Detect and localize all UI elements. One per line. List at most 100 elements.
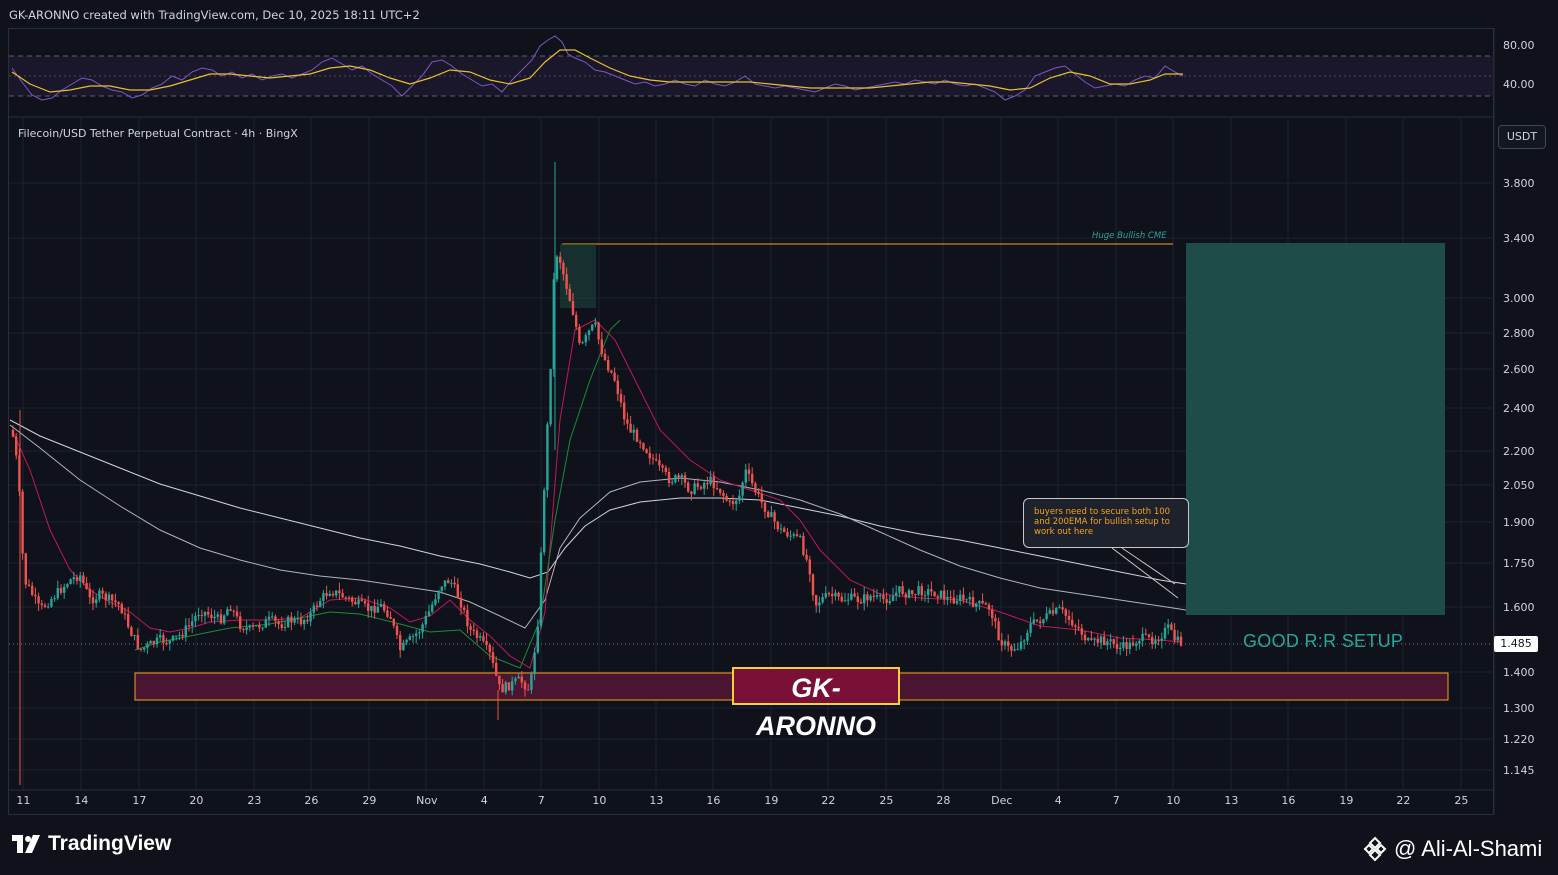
candle-body	[351, 597, 354, 602]
time-label: 13	[649, 794, 664, 807]
candle-body	[130, 627, 133, 637]
candle-body	[1032, 619, 1035, 624]
time-label: Nov	[416, 794, 438, 807]
candle-body	[607, 360, 610, 371]
callout-box[interactable]: buyers need to secure both 100 and 200EM…	[1023, 498, 1189, 548]
candle-body	[1112, 639, 1115, 645]
candle-body	[1151, 637, 1154, 644]
candle-body	[427, 611, 431, 616]
candle-body	[866, 594, 869, 601]
candle-body	[847, 599, 850, 601]
candle-body	[773, 512, 776, 522]
candle-body	[923, 595, 927, 597]
target-box[interactable]	[1186, 243, 1445, 615]
candle-body	[856, 596, 859, 602]
price-label: 1.900	[1503, 516, 1535, 529]
candle-body	[1035, 619, 1039, 622]
cme-label[interactable]: Huge Bullish CME	[1092, 231, 1167, 241]
candle-body	[568, 288, 571, 302]
candle-body	[818, 602, 821, 606]
candle-body	[834, 592, 837, 597]
candle-body	[258, 625, 261, 628]
candle-body	[315, 605, 319, 607]
candle-body	[411, 636, 415, 638]
candle-body	[587, 330, 591, 336]
candle-body	[539, 552, 543, 627]
candle-body	[946, 596, 949, 600]
candle-body	[488, 644, 491, 653]
candle-body	[299, 618, 303, 625]
price-label: 3.000	[1503, 292, 1535, 305]
candle-body	[322, 593, 325, 601]
time-label: 10	[1166, 794, 1181, 807]
candle-body	[533, 652, 536, 675]
candle-body	[1160, 638, 1163, 641]
candle-body	[1013, 649, 1016, 651]
candle-body	[475, 630, 479, 638]
candle-body	[133, 635, 136, 637]
candle-body	[242, 629, 245, 631]
candle-body	[392, 618, 395, 626]
candle-body	[207, 611, 210, 615]
callout-pointer-2	[1121, 547, 1176, 585]
candle-body	[1125, 642, 1128, 650]
candle-body	[1115, 644, 1119, 649]
candle-body	[171, 635, 175, 641]
candle-body	[111, 594, 114, 601]
candle-body	[578, 326, 581, 343]
candle-body	[1042, 619, 1045, 624]
currency-button[interactable]: USDT	[1498, 125, 1546, 149]
candle-body	[722, 492, 725, 496]
candle-body	[34, 595, 37, 597]
candle-body	[898, 586, 901, 593]
candle-body	[56, 587, 59, 599]
candle-body	[699, 486, 703, 489]
candle-body	[309, 612, 312, 622]
time-label: 13	[1224, 794, 1239, 807]
candle-body	[802, 535, 805, 555]
time-label: 19	[1339, 794, 1354, 807]
candle-body	[747, 469, 751, 474]
candle-body	[635, 429, 639, 442]
candle-body	[267, 616, 271, 620]
candle-body	[229, 609, 232, 611]
time-label: 28	[936, 794, 951, 807]
tradingview-logo[interactable]: TradingView	[12, 832, 171, 856]
candle-body	[363, 600, 367, 604]
candle-body	[443, 580, 447, 587]
candle-body	[1167, 624, 1170, 628]
candle-body	[303, 619, 306, 625]
candle-body	[1045, 613, 1048, 620]
candle-body	[642, 443, 645, 450]
candle-body	[677, 475, 680, 478]
candle-body	[472, 629, 475, 631]
candle-body	[386, 610, 389, 617]
time-label: 29	[362, 794, 377, 807]
candle-body	[82, 575, 85, 584]
candle-body	[373, 605, 376, 613]
candle-body	[274, 616, 277, 622]
candle-body	[815, 595, 818, 606]
candle-body	[459, 597, 463, 608]
candle-body	[613, 372, 616, 381]
candle-body	[1026, 632, 1029, 641]
symbol-title[interactable]: Filecoin/USD Tether Perpetual Contract ·…	[18, 127, 298, 140]
candle-body	[293, 618, 296, 623]
candle-body	[181, 634, 184, 637]
candle-body	[402, 642, 405, 651]
author-handle[interactable]: @ Ali-Al-Shami	[1362, 836, 1542, 862]
candle-body	[696, 483, 699, 487]
candle-body	[437, 590, 440, 600]
candle-body	[203, 611, 207, 616]
candle-body	[664, 467, 667, 472]
candle-body	[72, 577, 75, 580]
candle-body	[728, 500, 731, 502]
candle-body	[821, 597, 824, 603]
candle-body	[1019, 641, 1023, 649]
rr-label[interactable]: GOOD R:R SETUP	[1243, 631, 1403, 652]
candle-body	[88, 588, 91, 598]
candle-body	[744, 469, 747, 483]
candle-body	[1074, 625, 1077, 627]
candle-body	[1119, 647, 1122, 649]
candle-body	[187, 625, 191, 627]
